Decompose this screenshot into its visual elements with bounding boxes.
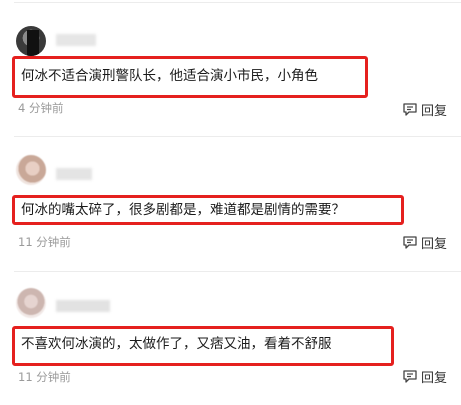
reply-button[interactable]: 回复 (403, 100, 447, 119)
divider (14, 2, 461, 3)
comment-item: 何冰的嘴太碎了，很多剧都是，难道都是剧情的需要？ 11 分钟前 回复 (0, 135, 461, 270)
username[interactable] (56, 34, 96, 46)
comment-text: 何冰的嘴太碎了，很多剧都是，难道都是剧情的需要？ (21, 202, 345, 218)
avatar[interactable] (16, 288, 46, 318)
avatar[interactable] (16, 26, 46, 56)
comment-item: 何冰不适合演刑警队长，他适合演小市民，小角色 4 分钟前 回复 (0, 0, 461, 135)
reply-comment-icon (403, 235, 417, 249)
divider (14, 136, 461, 137)
divider (14, 271, 461, 272)
reply-label: 回复 (420, 103, 447, 119)
avatar[interactable] (16, 155, 46, 185)
reply-label: 回复 (420, 370, 447, 386)
comment-text-highlight: 不喜欢何冰演的，太做作了，又痞又油，看着不舒服 (12, 326, 394, 366)
comment-time: 11 分钟前 (18, 235, 71, 249)
comment-text-highlight: 何冰不适合演刑警队长，他适合演小市民，小角色 (12, 56, 368, 98)
comment-time: 11 分钟前 (18, 370, 71, 384)
comment-text-highlight: 何冰的嘴太碎了，很多剧都是，难道都是剧情的需要？ (12, 195, 404, 225)
comment-text: 不喜欢何冰演的，太做作了，又痞又油，看着不舒服 (21, 336, 332, 352)
username[interactable] (56, 300, 110, 312)
comment-text: 何冰不适合演刑警队长，他适合演小市民，小角色 (21, 68, 318, 84)
comment-time: 4 分钟前 (18, 101, 64, 115)
reply-button[interactable]: 回复 (403, 233, 447, 252)
username[interactable] (56, 168, 92, 180)
comment-item: 不喜欢何冰演的，太做作了，又痞又油，看着不舒服 11 分钟前 回复 (0, 270, 461, 405)
reply-button[interactable]: 回复 (403, 367, 447, 386)
reply-label: 回复 (420, 236, 447, 252)
reply-comment-icon (403, 369, 417, 383)
reply-comment-icon (403, 102, 417, 116)
